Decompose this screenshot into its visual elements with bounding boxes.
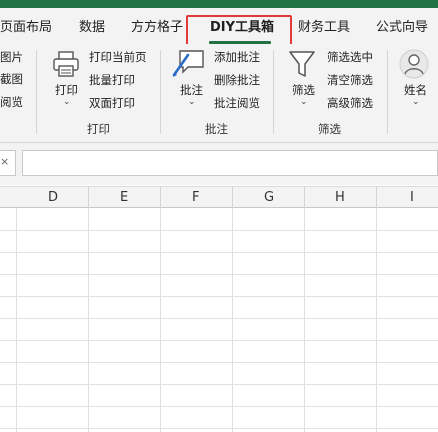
- name-button[interactable]: 姓名: [404, 82, 427, 98]
- ribbon-item-picture[interactable]: 图片: [0, 49, 23, 65]
- delete-comment-button[interactable]: 删除批注: [214, 72, 260, 88]
- chevron-down-icon[interactable]: ⌄: [300, 97, 308, 107]
- tab-formula-wizard[interactable]: 公式向导: [376, 16, 428, 35]
- title-bar: [0, 0, 438, 8]
- print-button[interactable]: 打印: [55, 82, 78, 98]
- tab-page-layout[interactable]: 页面布局: [0, 16, 52, 35]
- column-header-g[interactable]: G: [264, 190, 274, 205]
- ribbon-separator: [387, 50, 388, 134]
- advanced-filter-button[interactable]: 高级筛选: [327, 95, 373, 111]
- column-divider[interactable]: [304, 187, 305, 208]
- column-header-f[interactable]: F: [192, 190, 199, 205]
- column-divider[interactable]: [232, 187, 233, 208]
- tab-fangfang[interactable]: 方方格子: [131, 16, 183, 35]
- print-current-page-button[interactable]: 打印当前页: [89, 49, 147, 65]
- filter-selected-button[interactable]: 筛选选中: [327, 49, 373, 65]
- comment-icon[interactable]: [172, 47, 206, 79]
- user-icon[interactable]: [399, 49, 429, 79]
- group-label-filter: 筛选: [318, 122, 341, 136]
- formula-input[interactable]: [22, 150, 438, 176]
- column-header-row: D E F G H I: [0, 186, 438, 208]
- batch-print-button[interactable]: 批量打印: [89, 72, 135, 88]
- chevron-down-icon[interactable]: ⌄: [188, 97, 196, 107]
- formula-bar-area: ×: [0, 143, 438, 185]
- column-divider[interactable]: [88, 187, 89, 208]
- tab-data[interactable]: 数据: [79, 16, 105, 35]
- ribbon-item-view[interactable]: 阅览: [0, 94, 23, 110]
- filter-icon[interactable]: [287, 49, 317, 79]
- column-divider[interactable]: [376, 187, 377, 208]
- column-header-h[interactable]: H: [335, 190, 345, 205]
- add-comment-button[interactable]: 添加批注: [214, 49, 260, 65]
- column-header-d[interactable]: D: [48, 190, 58, 205]
- ribbon-item-screenshot[interactable]: 截图: [0, 71, 23, 87]
- ribbon-separator: [273, 50, 274, 134]
- group-label-print: 打印: [87, 122, 110, 136]
- group-label-comment: 批注: [205, 122, 228, 136]
- column-header-e[interactable]: E: [120, 190, 128, 205]
- column-header-i[interactable]: I: [410, 190, 414, 205]
- name-box-dropdown-icon[interactable]: ×: [0, 155, 9, 168]
- cell-grid[interactable]: [0, 208, 438, 432]
- comment-button[interactable]: 批注: [180, 82, 203, 98]
- printer-icon[interactable]: [52, 50, 80, 78]
- duplex-print-button[interactable]: 双面打印: [89, 95, 135, 111]
- tab-finance-tools[interactable]: 财务工具: [298, 16, 350, 35]
- chevron-down-icon[interactable]: ⌄: [63, 97, 71, 107]
- chevron-down-icon[interactable]: ⌄: [412, 97, 420, 107]
- view-comments-button[interactable]: 批注阅览: [214, 95, 260, 111]
- column-divider[interactable]: [160, 187, 161, 208]
- ribbon-separator: [36, 50, 37, 134]
- filter-button[interactable]: 筛选: [292, 82, 315, 98]
- name-box[interactable]: ×: [0, 150, 16, 176]
- ribbon-separator: [160, 50, 161, 134]
- clear-filter-button[interactable]: 清空筛选: [327, 72, 373, 88]
